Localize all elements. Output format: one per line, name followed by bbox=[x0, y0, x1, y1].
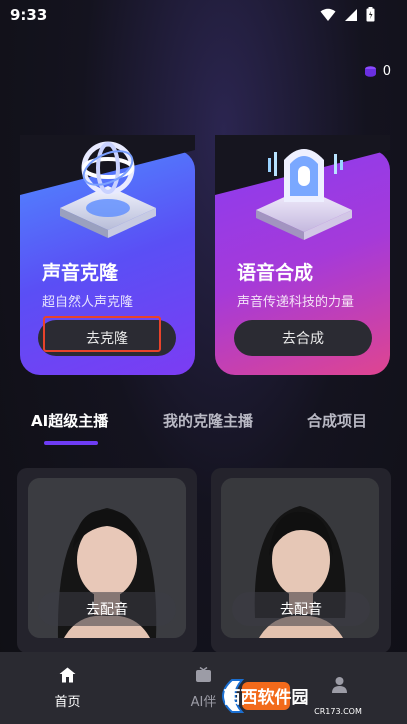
home-icon bbox=[59, 667, 76, 682]
globe-illustration-icon bbox=[60, 141, 156, 238]
card-title-synthesis: 语音合成 bbox=[237, 262, 314, 284]
status-bar: 9:33 bbox=[0, 0, 407, 30]
coin-icon bbox=[364, 66, 376, 77]
tv-icon bbox=[196, 666, 211, 682]
card-title-clone: 声音克隆 bbox=[42, 262, 119, 284]
nav-label-home: 首页 bbox=[54, 694, 81, 710]
coin-balance[interactable]: 0 bbox=[364, 64, 391, 79]
highlight-box bbox=[43, 316, 161, 352]
wifi-icon bbox=[320, 8, 336, 21]
coin-count: 0 bbox=[382, 64, 391, 79]
watermark-brand-text: 西西软件园 bbox=[224, 687, 309, 708]
status-time: 9:33 bbox=[10, 6, 48, 24]
tab-ai-super-anchor[interactable]: AI超级主播 bbox=[31, 410, 108, 431]
card-subtitle-synthesis: 声音传递科技的力量 bbox=[237, 295, 355, 310]
dub-button[interactable]: 去配音 bbox=[232, 592, 370, 626]
signal-icon bbox=[345, 8, 357, 21]
tab-synthesis-projects[interactable]: 合成项目 bbox=[307, 410, 367, 431]
battery-icon bbox=[366, 7, 375, 22]
tab-my-clone-anchor[interactable]: 我的克隆主播 bbox=[163, 410, 253, 431]
watermark-sub-text: CR173.COM bbox=[314, 707, 362, 716]
watermark-logo: 西西软件园 CR173.COM bbox=[218, 674, 398, 718]
card-subtitle-clone: 超自然人声克隆 bbox=[42, 295, 134, 310]
nav-item-home[interactable]: 首页 bbox=[0, 652, 135, 724]
dub-button[interactable]: 去配音 bbox=[38, 592, 176, 626]
speaker-illustration-icon bbox=[256, 149, 352, 240]
nav-label-ai: AI伴 bbox=[190, 694, 217, 710]
tab-indicator bbox=[44, 441, 98, 445]
go-synthesis-button[interactable]: 去合成 bbox=[234, 320, 372, 356]
